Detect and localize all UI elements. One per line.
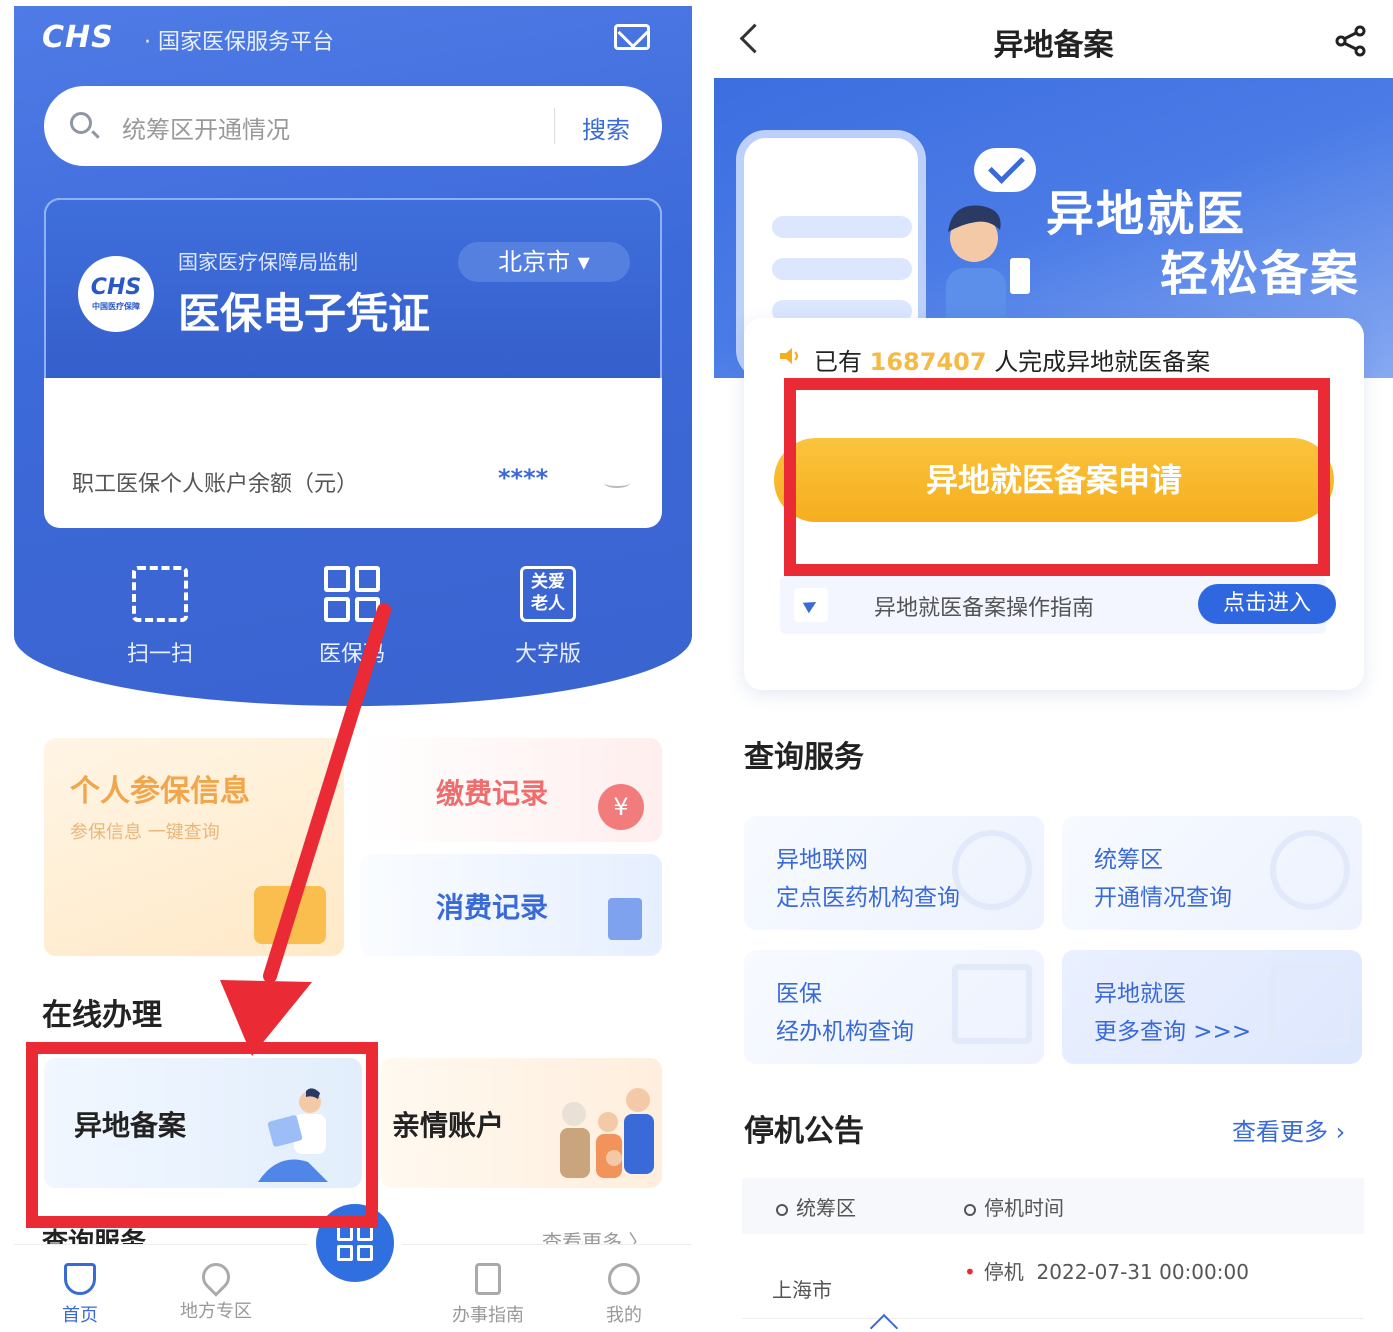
search-input[interactable]: 统筹区开通情况 — [122, 110, 290, 145]
notice-region: 上海市 — [772, 1278, 832, 1302]
query-card-region-status[interactable]: 统筹区 开通情况查询 — [1062, 816, 1362, 930]
online-section-title: 在线办理 — [42, 998, 162, 1033]
family-account-label: 亲情账户 — [392, 1109, 505, 1142]
balance-value: **** — [498, 464, 549, 492]
tab-home[interactable]: 首页 — [20, 1263, 140, 1327]
mail-icon[interactable] — [614, 24, 650, 50]
scan-label: 扫一扫 — [126, 642, 193, 667]
time-column-header: 停机时间 — [964, 1192, 1064, 1221]
elder-care-icon: 关爱 老人 — [520, 566, 576, 622]
large-font-label: 大字版 — [514, 642, 581, 667]
banner-title-line2: 轻松备案 — [1160, 246, 1361, 302]
query-card-network-institutions[interactable]: 异地联网 定点医药机构查询 — [744, 816, 1044, 930]
chs-logo: CHS — [42, 20, 114, 55]
operation-guide-text: 异地就医备案操作指南 — [874, 596, 1095, 621]
eye-closed-icon[interactable] — [604, 478, 630, 488]
pin-icon — [776, 1203, 788, 1216]
insurance-voucher-card[interactable]: CHS 中国医疗保障 国家医疗保障局监制 医保电子凭证 北京市 ▾ 职工医保个人账… — [44, 198, 662, 528]
speaker-icon — [780, 348, 798, 364]
yuan-icon: ¥ — [598, 784, 644, 830]
remote-filing-screen: 异地备案 异地就医 轻松备案 已有 1687407 人完成异地就医备案 异地就医… — [714, 6, 1393, 1332]
page-title: 异地备案 — [993, 28, 1114, 63]
card-title: 医保电子凭证 — [178, 289, 431, 338]
check-bubble-icon — [974, 148, 1036, 192]
search-bar[interactable]: 统筹区开通情况 搜索 — [44, 86, 662, 166]
home-shield-icon — [64, 1263, 96, 1295]
city-selector[interactable]: 北京市 ▾ — [458, 242, 630, 282]
tab-mine[interactable]: 我的 — [564, 1263, 684, 1327]
guide-doc-icon — [475, 1263, 501, 1295]
guide-arrow-icon — [794, 588, 828, 622]
family-account-tile[interactable]: 亲情账户 — [380, 1058, 662, 1188]
search-button[interactable]: 搜索 — [582, 110, 630, 145]
filing-count-number: 1687407 — [869, 348, 987, 376]
region-column-header: 统筹区 — [776, 1192, 856, 1221]
query-card-agency[interactable]: 医保 经办机构查询 — [744, 950, 1044, 1064]
exit-arrow-icon — [1270, 964, 1350, 1044]
platform-name: · 国家医保服务平台 — [144, 30, 334, 55]
notice-view-more-link[interactable]: 查看更多 › — [1232, 1112, 1345, 1147]
operation-guide-row[interactable]: 异地就医备案操作指南 点击进入 — [780, 576, 1336, 634]
tab-local-zone-label: 地方专区 — [180, 1301, 252, 1322]
notice-section-title: 停机公告 — [744, 1114, 864, 1149]
city-label: 北京市 — [498, 248, 571, 276]
nav-bar: 异地备案 — [714, 6, 1393, 78]
query-section-title: 查询服务 — [744, 740, 864, 775]
location-pin-icon — [196, 1257, 236, 1297]
scan-button[interactable]: 扫一扫 — [100, 566, 220, 668]
payment-records-label: 缴费记录 — [436, 777, 549, 810]
chevron-down-icon: ▾ — [577, 248, 590, 276]
notice-table-header: 统筹区 停机时间 — [742, 1178, 1364, 1234]
receipt-icon — [608, 898, 642, 940]
enter-guide-button[interactable]: 点击进入 — [1198, 584, 1336, 624]
tab-guide-label: 办事指南 — [452, 1305, 524, 1326]
layers-icon — [952, 964, 1032, 1044]
tab-local-zone[interactable]: 地方专区 — [156, 1257, 276, 1323]
profile-smile-icon — [608, 1263, 640, 1295]
query-card-more[interactable]: 异地就医 更多查询 >>> — [1062, 950, 1362, 1064]
search-icon — [70, 112, 92, 134]
tab-home-label: 首页 — [62, 1305, 98, 1326]
notice-table-row[interactable]: 上海市 停机 2022-07-31 00:00:00 — [742, 1238, 1364, 1319]
card-supervisor: 国家医疗保障局监制 — [178, 250, 358, 274]
share-icon[interactable] — [1334, 24, 1368, 58]
tab-mine-label: 我的 — [606, 1305, 642, 1326]
tab-guide[interactable]: 办事指南 — [428, 1263, 548, 1327]
annotation-arrow — [220, 604, 391, 1056]
hospital-icon — [952, 830, 1032, 910]
highlight-box-remote-filing — [26, 1042, 378, 1228]
balance-label: 职工医保个人账户余额（元） — [72, 472, 359, 497]
family-illustration — [560, 1088, 654, 1178]
qr-code-icon — [337, 1225, 373, 1261]
chs-badge-icon: CHS 中国医疗保障 — [78, 256, 154, 332]
search-divider — [554, 108, 555, 144]
large-font-button[interactable]: 关爱 老人 大字版 — [488, 566, 608, 668]
location-icon — [1270, 830, 1350, 910]
notice-status: 停机 2022-07-31 00:00:00 — [964, 1256, 1249, 1285]
spending-records-label: 消费记录 — [436, 891, 549, 924]
clock-icon — [964, 1203, 976, 1216]
scan-icon — [132, 566, 188, 622]
highlight-box-apply-button — [784, 378, 1330, 576]
filing-count-text: 已有 1687407 人完成异地就医备案 — [814, 348, 1211, 376]
personal-insurance-sub: 参保信息 一键查询 — [70, 822, 220, 843]
